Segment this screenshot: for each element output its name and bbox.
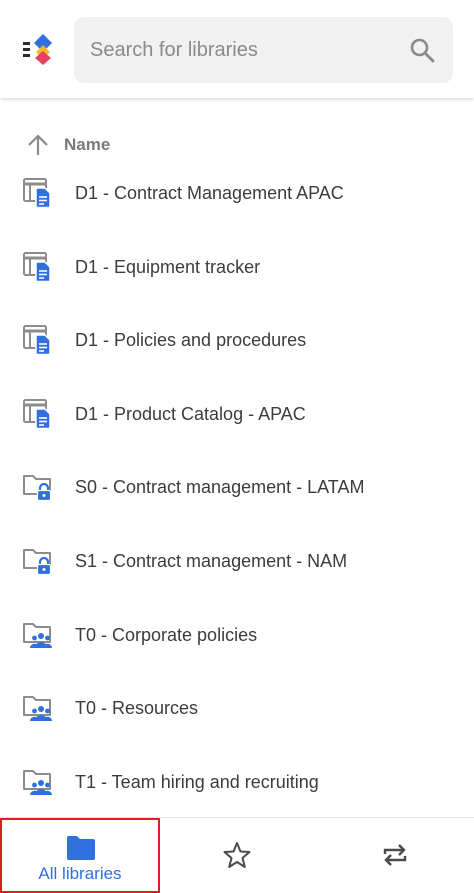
tab-favorites[interactable] [198, 818, 278, 893]
library-item[interactable]: S1 - Contract management - NAM [0, 526, 474, 600]
library-item[interactable]: D1 - Product Catalog - APAC [0, 379, 474, 453]
library-name: D1 - Policies and procedures [75, 330, 307, 351]
list-document-icon [22, 250, 54, 282]
list-document-icon [22, 323, 54, 355]
tab-label: All libraries [38, 864, 122, 883]
search-box[interactable] [74, 17, 453, 83]
tab-all-libraries[interactable]: All libraries [0, 818, 160, 893]
folder-lock-icon [22, 470, 54, 502]
app-logo-icon[interactable] [20, 31, 56, 67]
library-item[interactable]: T1 - Team hiring and recruiting [0, 747, 474, 821]
folder-icon [66, 835, 96, 861]
folder-lock-icon [22, 544, 54, 576]
library-name: D1 - Product Catalog - APAC [75, 403, 306, 424]
library-name: T0 - Corporate policies [75, 624, 258, 645]
library-name: S1 - Contract management - NAM [75, 550, 348, 571]
search-icon[interactable] [409, 37, 435, 63]
list-document-icon [22, 397, 54, 429]
sort-header[interactable]: Name [0, 128, 474, 162]
library-name: S0 - Contract management - LATAM [75, 477, 365, 498]
folder-team-icon [22, 765, 54, 797]
search-input[interactable] [74, 17, 400, 83]
app-header [0, 0, 474, 98]
library-item[interactable]: T0 - Corporate policies [0, 600, 474, 674]
folder-team-icon [22, 691, 54, 723]
repeat-icon [380, 840, 410, 870]
library-item[interactable]: T0 - Resources [0, 673, 474, 747]
bottom-navigation: All libraries [0, 817, 474, 893]
list-document-icon [22, 176, 54, 208]
folder-team-icon [22, 618, 54, 650]
library-name: D1 - Equipment tracker [75, 256, 261, 277]
arrow-up-icon[interactable] [26, 133, 50, 157]
library-name: D1 - Contract Management APAC [75, 183, 344, 203]
library-list: D1 - Contract Management APAC D1 - Equip… [0, 158, 474, 820]
library-name: T0 - Resources [75, 698, 199, 719]
star-icon [222, 840, 252, 870]
sort-label[interactable]: Name [64, 135, 110, 155]
library-item[interactable]: D1 - Policies and procedures [0, 305, 474, 379]
library-item[interactable]: S0 - Contract management - LATAM [0, 452, 474, 526]
library-item[interactable]: D1 - Contract Management APAC [0, 158, 474, 232]
library-item[interactable]: D1 - Equipment tracker [0, 232, 474, 306]
library-name: T1 - Team hiring and recruiting [75, 771, 319, 792]
tab-sync[interactable] [356, 818, 436, 893]
